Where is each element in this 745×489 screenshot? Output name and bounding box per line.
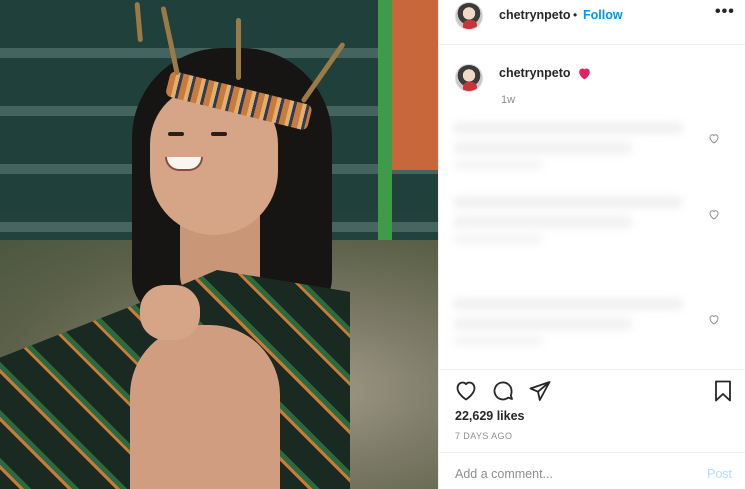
comment-item [453,190,693,248]
photo-background-wall [392,0,438,170]
comment-item [453,292,693,350]
add-comment-input[interactable]: Add a comment... [455,467,553,481]
post-photo[interactable] [0,0,438,489]
bookmark-save-icon[interactable] [711,379,735,403]
separator-dot: • [573,8,578,22]
comment-like-heart-icon[interactable] [708,314,720,325]
red-heart-emoji-icon [579,68,590,80]
post-side-panel: chetrynpeto • Follow ••• chetrynpeto 1w [438,0,745,489]
actions-divider [439,369,745,370]
comment-item [453,116,693,174]
caption-username[interactable]: chetrynpeto [499,66,571,80]
paper-plane-share-icon[interactable] [528,379,552,403]
comment-input-divider [439,452,745,453]
comment-bubble-icon[interactable] [491,379,515,403]
post-date[interactable]: 7 DAYS AGO [455,431,512,441]
comment-like-heart-icon[interactable] [708,209,720,220]
author-avatar[interactable] [455,2,483,30]
photo-subject-shoulder [130,325,280,489]
photo-subject-hand [140,285,200,340]
post-actions-bar [439,376,745,406]
photo-subject-eye [168,132,184,136]
photo-headdress-ornament [236,18,241,80]
follow-button[interactable]: Follow [583,8,623,22]
like-heart-icon[interactable] [454,379,478,403]
post-header: chetrynpeto • Follow ••• [439,0,745,30]
header-divider [439,44,745,45]
photo-subject-eye [211,132,227,136]
caption-time-ago: 1w [501,94,516,106]
caption-avatar[interactable] [455,64,483,92]
author-username[interactable]: chetrynpeto [499,8,571,22]
more-options-icon[interactable]: ••• [715,3,735,21]
comment-like-heart-icon[interactable] [708,133,720,144]
photo-background-rail [378,0,392,245]
likes-count[interactable]: 22,629 likes [455,409,525,423]
post-comment-button[interactable]: Post [707,467,732,481]
